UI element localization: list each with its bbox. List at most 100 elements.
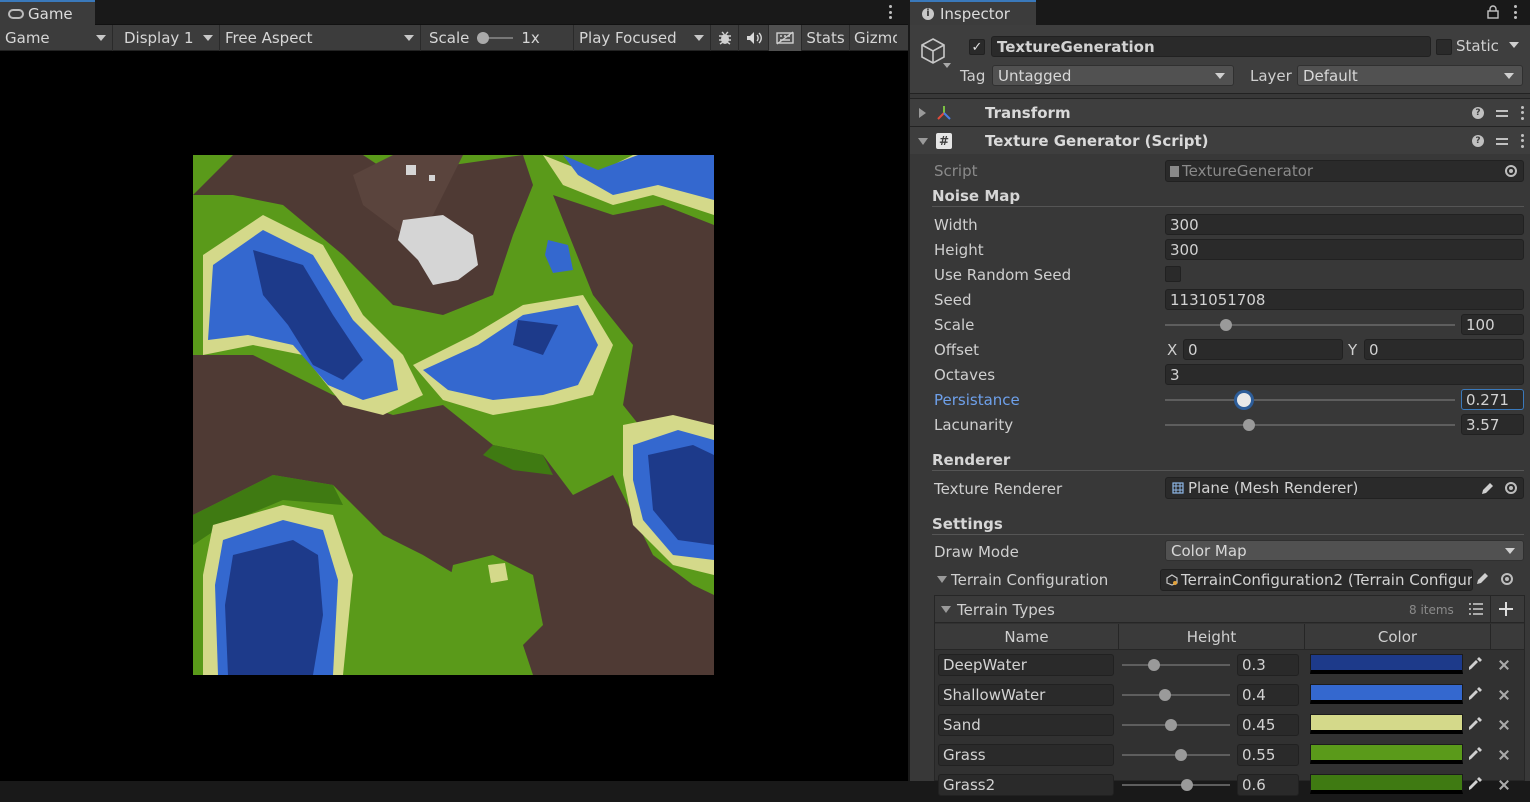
icon-dropdown-arrow-icon[interactable] — [943, 63, 951, 68]
transform-axes-icon — [937, 106, 951, 120]
component-menu-icon[interactable] — [1520, 133, 1524, 148]
seed-label: Seed — [934, 291, 972, 309]
terrain-height-slider-knob[interactable] — [1148, 659, 1161, 671]
scale-slider[interactable] — [477, 31, 514, 44]
tag-dropdown[interactable]: Untagged — [992, 65, 1234, 86]
add-item-icon[interactable] — [1498, 601, 1514, 617]
terrain-types-header[interactable]: Terrain Types 8 items — [935, 596, 1524, 623]
terrain-height-field[interactable]: 0.4 — [1237, 684, 1299, 706]
layer-dropdown[interactable]: Default — [1297, 65, 1523, 86]
lacunarity-slider-track[interactable] — [1165, 424, 1455, 426]
persistance-slider-knob[interactable] — [1236, 393, 1251, 407]
lock-icon[interactable] — [1487, 5, 1499, 19]
terrain-height-slider-track[interactable] — [1122, 664, 1230, 666]
texture-renderer-target-icon[interactable] — [1505, 482, 1517, 494]
help-icon[interactable]: ? — [1472, 134, 1484, 147]
scriptable-object-icon — [1166, 574, 1178, 586]
inspector-menu-icon[interactable] — [1513, 5, 1517, 19]
terrain-height-field[interactable]: 0.3 — [1237, 654, 1299, 676]
draw-mode-dropdown[interactable]: Color Map — [1165, 540, 1524, 561]
terrain-type-name-field[interactable]: Grass — [938, 744, 1114, 766]
terrain-height-slider-track[interactable] — [1122, 784, 1230, 786]
terrain-type-name-field[interactable]: Sand — [938, 714, 1114, 736]
terrain-configuration-field[interactable]: TerrainConfiguration2 (Terrain Configura — [1160, 569, 1473, 591]
presets-icon[interactable] — [1496, 107, 1508, 119]
object-name-field[interactable]: TextureGeneration — [991, 36, 1431, 57]
offset-y-field[interactable]: 0 — [1364, 339, 1524, 360]
transform-fold-icon[interactable] — [919, 108, 926, 118]
terrain-config-target-icon[interactable] — [1501, 573, 1513, 585]
scale-control[interactable]: Scale 1x — [421, 24, 574, 51]
terrain-height-slider-knob[interactable] — [1159, 689, 1172, 701]
remove-item-icon[interactable] — [1499, 780, 1509, 790]
remove-item-icon[interactable] — [1499, 690, 1509, 700]
static-checkbox[interactable] — [1436, 39, 1452, 55]
terrain-color-swatch[interactable] — [1310, 684, 1463, 704]
gizmos-button[interactable]: Gizmo — [850, 25, 897, 51]
lacunarity-label: Lacunarity — [934, 416, 1014, 434]
terrain-type-name-field[interactable]: ShallowWater — [938, 684, 1114, 706]
eyedropper-icon[interactable] — [1467, 776, 1483, 792]
eyedropper-icon[interactable] — [1467, 746, 1483, 762]
terrain-height-field[interactable]: 0.45 — [1237, 714, 1299, 736]
terrain-color-swatch[interactable] — [1310, 714, 1463, 734]
tab-game[interactable]: Game — [0, 0, 95, 25]
game-mode-dropdown[interactable]: Game — [0, 24, 113, 51]
remove-item-icon[interactable] — [1499, 660, 1509, 670]
terrain-color-swatch[interactable] — [1310, 744, 1463, 764]
persistance-slider-track[interactable] — [1165, 399, 1455, 401]
terrain-type-name-field[interactable]: DeepWater — [938, 654, 1114, 676]
scale-slider-track[interactable] — [1165, 324, 1455, 326]
help-icon[interactable]: ? — [1472, 106, 1484, 119]
display-dropdown[interactable]: Display 1 — [113, 24, 220, 51]
mute-audio-button[interactable] — [739, 24, 769, 51]
texture-renderer-field[interactable]: Plane (Mesh Renderer) — [1165, 477, 1524, 499]
terrain-height-slider-track[interactable] — [1122, 694, 1230, 696]
terrain-color-swatch[interactable] — [1310, 774, 1463, 794]
game-tab-menu-icon[interactable] — [888, 5, 892, 19]
component-menu-icon[interactable] — [1520, 105, 1524, 120]
aspect-dropdown[interactable]: Free Aspect — [220, 24, 421, 51]
edit-pencil-icon[interactable] — [1480, 482, 1494, 496]
terrain-config-fold-icon[interactable] — [937, 576, 947, 583]
texture-generator-component-header[interactable]: # Texture Generator (Script) ? — [910, 126, 1530, 154]
scale-slider-knob[interactable] — [1219, 319, 1232, 331]
list-view-icon[interactable] — [1468, 602, 1484, 616]
terrain-type-name-field[interactable]: Grass2 — [938, 774, 1114, 796]
terrain-config-edit-icon[interactable] — [1475, 572, 1489, 586]
seed-field[interactable]: 1131051708 — [1165, 289, 1524, 310]
terrain-height-field[interactable]: 0.6 — [1237, 774, 1299, 796]
transform-component-header[interactable]: Transform ? — [910, 98, 1530, 126]
scale-value: 1x — [521, 28, 540, 47]
eyedropper-icon[interactable] — [1467, 686, 1483, 702]
remove-item-icon[interactable] — [1499, 720, 1509, 730]
script-file-icon — [1170, 165, 1179, 177]
terrain-height-slider-knob[interactable] — [1175, 749, 1188, 761]
tab-inspector[interactable]: i Inspector — [910, 0, 1036, 25]
presets-icon[interactable] — [1496, 135, 1508, 147]
lacunarity-field[interactable]: 3.57 — [1461, 414, 1524, 435]
scale-field[interactable]: 100 — [1461, 314, 1524, 335]
lacunarity-slider-knob[interactable] — [1243, 419, 1256, 431]
persistance-field[interactable]: 0.271 — [1461, 389, 1524, 410]
eyedropper-icon[interactable] — [1467, 716, 1483, 732]
static-dropdown-icon[interactable] — [1509, 42, 1519, 48]
eyedropper-icon[interactable] — [1467, 656, 1483, 672]
stats-button[interactable]: Stats — [802, 24, 850, 51]
terrain-height-slider-knob[interactable] — [1164, 719, 1177, 731]
play-mode-dropdown[interactable]: Play Focused — [574, 24, 711, 51]
height-field[interactable]: 300 — [1165, 239, 1524, 260]
bug-button[interactable] — [711, 24, 739, 51]
terrain-height-field[interactable]: 0.55 — [1237, 744, 1299, 766]
texture-generator-header-icons: ? — [1472, 133, 1524, 148]
terrain-color-swatch[interactable] — [1310, 654, 1463, 674]
offset-x-field[interactable]: 0 — [1183, 339, 1343, 360]
active-checkbox[interactable]: ✓ — [969, 39, 985, 55]
terrain-types-fold-icon[interactable] — [941, 606, 951, 613]
width-field[interactable]: 300 — [1165, 214, 1524, 235]
texture-generator-fold-icon[interactable] — [918, 138, 928, 145]
use-random-seed-checkbox[interactable] — [1165, 266, 1181, 282]
remove-item-icon[interactable] — [1499, 750, 1509, 760]
octaves-field[interactable]: 3 — [1165, 364, 1524, 385]
shortcuts-button[interactable] — [769, 24, 802, 51]
